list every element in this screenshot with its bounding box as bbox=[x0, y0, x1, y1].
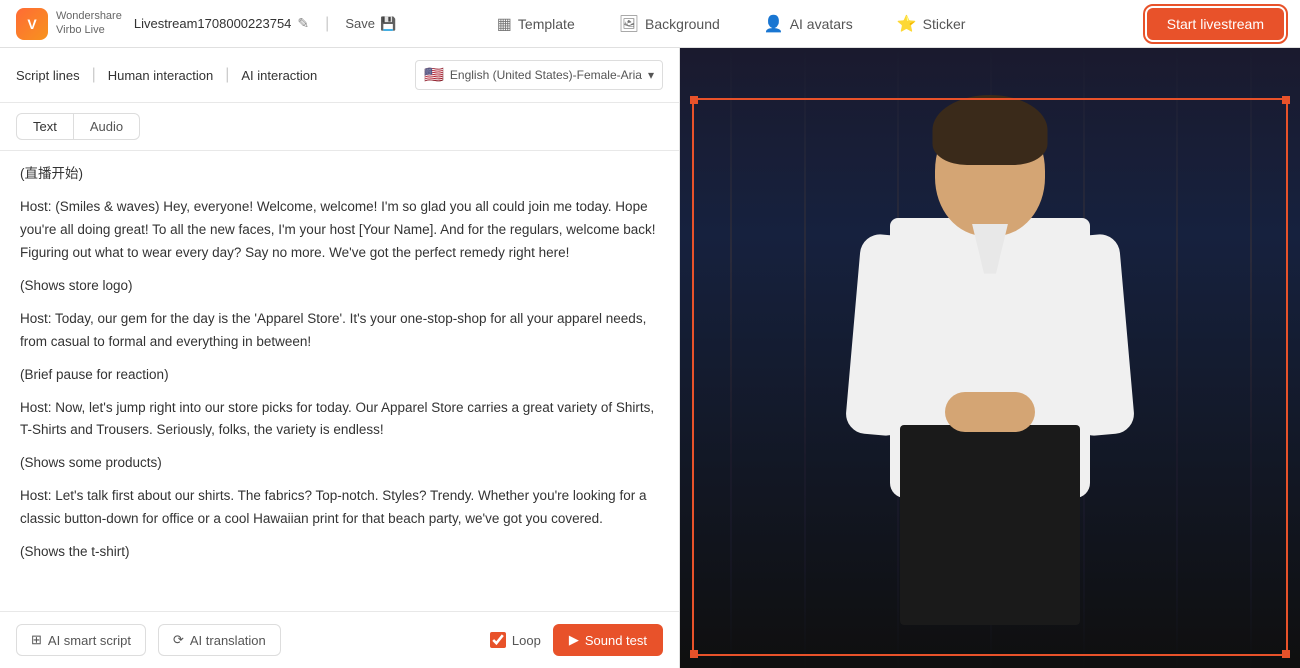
ai-avatars-icon: 👤 bbox=[764, 14, 784, 34]
script-line-3: (Shows store logo) bbox=[20, 275, 659, 298]
script-tabs: Script lines | Human interaction | AI in… bbox=[0, 48, 679, 103]
start-livestream-button[interactable]: Start livestream bbox=[1147, 8, 1284, 40]
chevron-down-icon: ▾ bbox=[648, 68, 654, 82]
script-content[interactable]: (直播开始) Host: (Smiles & waves) Hey, every… bbox=[0, 151, 679, 611]
logo-area: V Wondershare Virbo Live bbox=[16, 8, 122, 40]
language-selector[interactable]: 🇺🇸 English (United States)-Female-Aria ▾ bbox=[415, 60, 663, 90]
avatar-image[interactable] bbox=[810, 78, 1170, 638]
edit-icon[interactable]: ✎ bbox=[297, 15, 309, 32]
sound-test-button[interactable]: ▶ Sound test bbox=[553, 624, 663, 656]
stream-name: Livestream1708000223754 ✎ bbox=[134, 15, 309, 32]
script-line-5: (Brief pause for reaction) bbox=[20, 364, 659, 387]
loop-area: Loop bbox=[490, 632, 541, 648]
save-button[interactable]: Save 💾 bbox=[345, 16, 396, 32]
avatar-hair bbox=[933, 95, 1048, 165]
bg-line bbox=[730, 48, 732, 668]
avatar-person bbox=[810, 78, 1170, 638]
flag-icon: 🇺🇸 bbox=[424, 65, 444, 85]
avatar-hands bbox=[945, 392, 1035, 432]
ai-translation-icon: ⟳ bbox=[173, 632, 184, 648]
avatar-lower-body bbox=[900, 425, 1080, 625]
nav-background[interactable]: 🖼 Background bbox=[611, 10, 728, 38]
tab-ai-interaction[interactable]: AI interaction bbox=[241, 68, 317, 83]
tab-script-lines[interactable]: Script lines bbox=[16, 68, 80, 83]
tab-text[interactable]: Text bbox=[16, 113, 74, 140]
ai-smart-script-icon: ⊞ bbox=[31, 632, 42, 648]
avatar-background bbox=[680, 48, 1300, 668]
bottom-bar: ⊞ AI smart script ⟳ AI translation Loop … bbox=[0, 611, 679, 668]
save-icon: 💾 bbox=[380, 16, 396, 32]
template-icon: ▦ bbox=[497, 14, 512, 34]
script-line-8: Host: Let's talk first about our shirts.… bbox=[20, 485, 659, 531]
nav-template[interactable]: ▦ Template bbox=[489, 10, 583, 38]
topbar: V Wondershare Virbo Live Livestream17080… bbox=[0, 0, 1300, 48]
tab-human-interaction[interactable]: Human interaction bbox=[108, 68, 214, 83]
script-line-2: Host: (Smiles & waves) Hey, everyone! We… bbox=[20, 196, 659, 265]
bg-line bbox=[1176, 48, 1178, 668]
script-line-7: (Shows some products) bbox=[20, 452, 659, 475]
logo-text: Wondershare Virbo Live bbox=[56, 10, 122, 36]
script-line-1: (直播开始) bbox=[20, 163, 659, 186]
sound-test-play-icon: ▶ bbox=[569, 632, 579, 648]
left-panel: Script lines | Human interaction | AI in… bbox=[0, 48, 680, 668]
main-layout: Script lines | Human interaction | AI in… bbox=[0, 48, 1300, 668]
separator: | bbox=[325, 15, 329, 33]
script-line-9: (Shows the t-shirt) bbox=[20, 541, 659, 564]
text-audio-tabs: Text Audio bbox=[0, 103, 679, 151]
nav-sticker[interactable]: ⭐ Sticker bbox=[889, 10, 974, 38]
sticker-icon: ⭐ bbox=[897, 14, 917, 34]
ai-smart-script-button[interactable]: ⊞ AI smart script bbox=[16, 624, 146, 656]
tab-audio[interactable]: Audio bbox=[74, 113, 140, 140]
virbo-logo-icon: V bbox=[16, 8, 48, 40]
ai-translation-button[interactable]: ⟳ AI translation bbox=[158, 624, 281, 656]
nav-center: ▦ Template 🖼 Background 👤 AI avatars ⭐ S… bbox=[489, 10, 974, 38]
background-icon: 🖼 bbox=[619, 14, 639, 34]
script-line-4: Host: Today, our gem for the day is the … bbox=[20, 308, 659, 354]
script-line-6: Host: Now, let's jump right into our sto… bbox=[20, 397, 659, 443]
bg-line bbox=[1250, 48, 1252, 668]
nav-ai-avatars[interactable]: 👤 AI avatars bbox=[756, 10, 861, 38]
loop-checkbox[interactable] bbox=[490, 632, 506, 648]
bg-line bbox=[804, 48, 806, 668]
right-panel bbox=[680, 48, 1300, 668]
